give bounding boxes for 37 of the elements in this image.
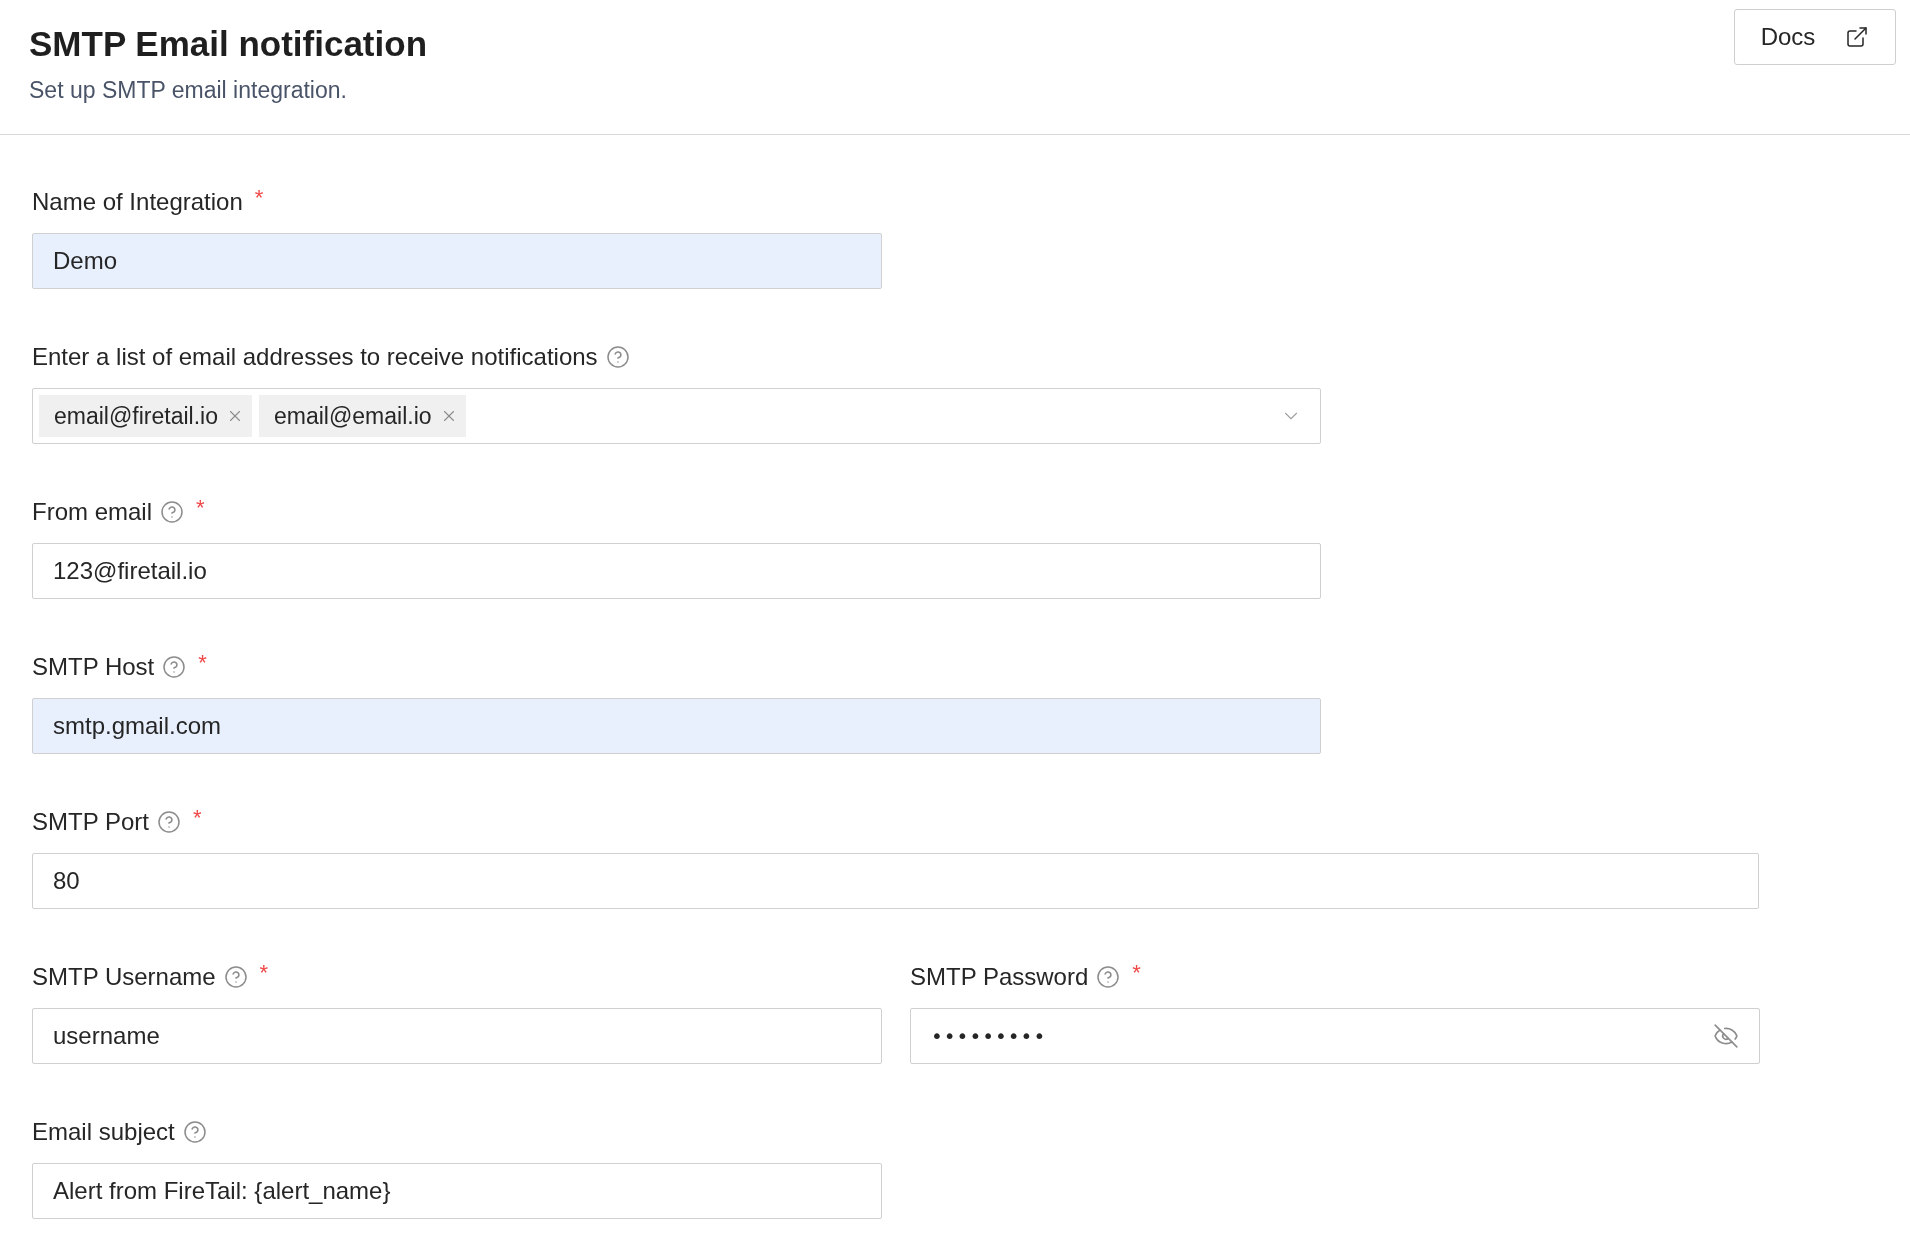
email-select-field[interactable]: email@firetail.io email@email.io [32, 388, 1321, 444]
required-asterisk: * [1132, 959, 1141, 987]
tag-text: email@firetail.io [54, 401, 218, 431]
required-asterisk: * [192, 804, 202, 832]
field-label: Email subject [32, 1117, 175, 1147]
field-label: Name of Integration [32, 187, 243, 217]
text-input[interactable]: smtp.gmail.com [32, 698, 1321, 754]
tag-text: email@email.io [273, 401, 432, 431]
external-link-icon [1845, 25, 1870, 49]
password-value: ••••••••• [931, 1023, 1048, 1050]
help-icon[interactable] [223, 965, 248, 989]
page-subtitle: Set up SMTP email integration. [29, 75, 348, 105]
text-input[interactable]: username [32, 1008, 882, 1064]
field-label: Enter a list of email addresses to receive notifications [32, 342, 598, 372]
required-asterisk: * [196, 494, 205, 522]
help-icon[interactable] [182, 1120, 207, 1144]
required-asterisk: * [254, 184, 264, 212]
required-asterisk: * [198, 649, 207, 677]
field-label: SMTP Username [32, 962, 216, 992]
field-label: SMTP Password [910, 962, 1089, 992]
page-title: SMTP Email notification [29, 23, 427, 65]
text-input[interactable]: 80 [32, 853, 1759, 909]
text-input[interactable]: Demo [32, 233, 882, 289]
field-label: SMTP Port [32, 807, 149, 837]
text-input[interactable]: Alert from FireTail: {alert_name} [32, 1163, 882, 1219]
help-icon[interactable] [605, 345, 630, 369]
help-icon[interactable] [160, 500, 184, 524]
password-input[interactable]: ••••••••• [910, 1008, 1760, 1064]
help-icon[interactable] [1096, 965, 1121, 989]
field-label: SMTP Host [32, 652, 155, 682]
eye-off-icon[interactable] [1713, 1023, 1739, 1049]
help-icon[interactable] [156, 810, 181, 834]
required-asterisk: * [259, 959, 269, 987]
text-input[interactable]: 123@firetail.io [32, 543, 1321, 599]
docs-button[interactable]: Docs [1734, 9, 1896, 65]
help-icon[interactable] [162, 655, 187, 679]
field-label: From email [32, 497, 152, 527]
